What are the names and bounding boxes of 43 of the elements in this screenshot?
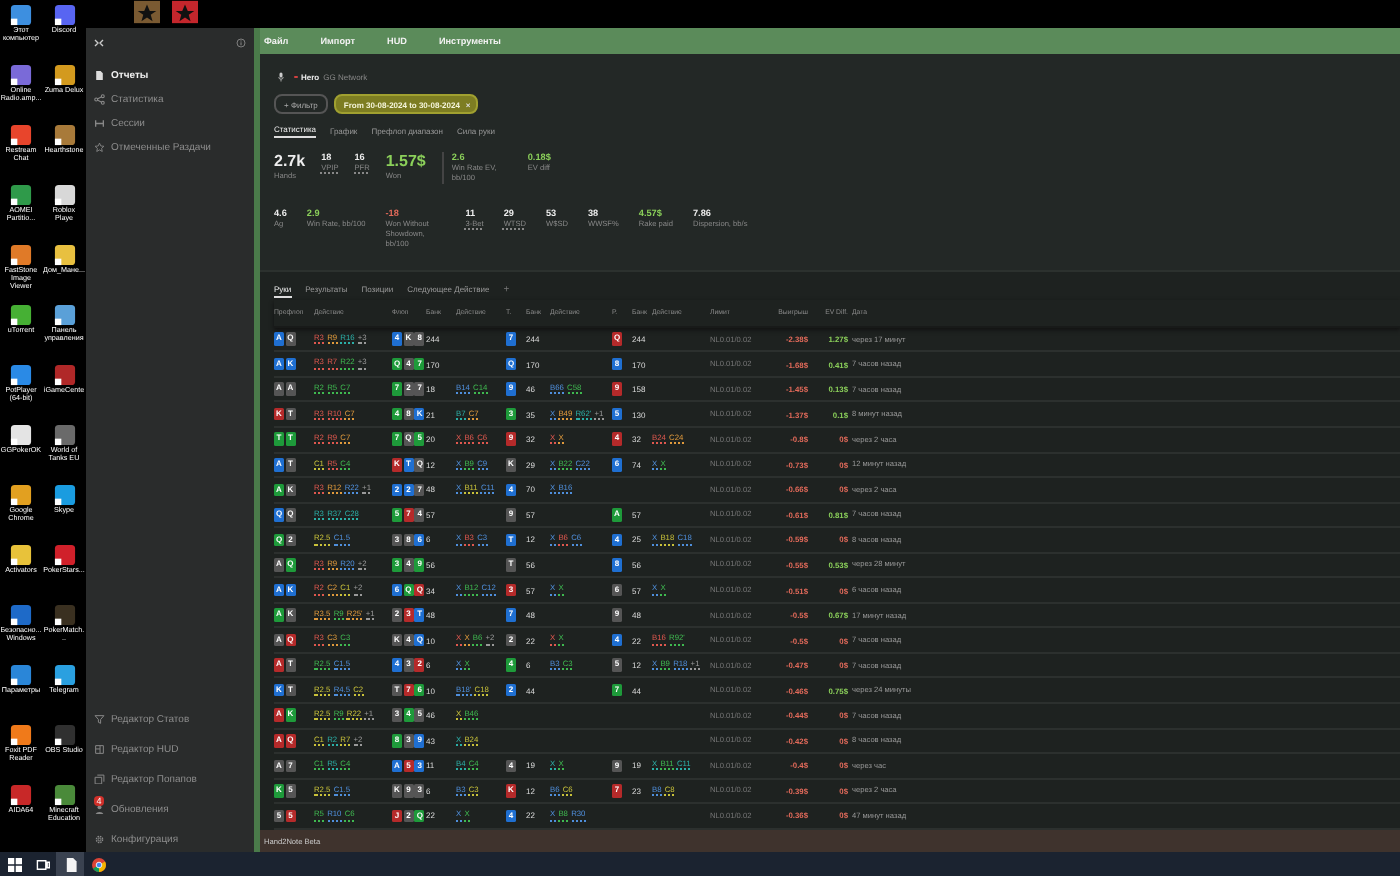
app-icon[interactable] bbox=[10, 784, 32, 806]
app-icon[interactable] bbox=[53, 664, 75, 686]
app-icon[interactable] bbox=[10, 244, 32, 266]
document-icon[interactable] bbox=[56, 852, 84, 876]
app-icon[interactable] bbox=[10, 604, 32, 626]
layout-icon bbox=[94, 743, 105, 755]
person-icon bbox=[94, 803, 105, 815]
app-icon[interactable] bbox=[10, 724, 32, 746]
app-icon[interactable] bbox=[53, 604, 75, 626]
app-icon[interactable] bbox=[10, 4, 32, 26]
share-icon bbox=[94, 94, 105, 106]
app-icon[interactable] bbox=[53, 4, 75, 26]
settings-icon bbox=[94, 833, 105, 845]
stat-value: 1.57$ bbox=[385, 152, 426, 170]
app-icon[interactable] bbox=[10, 424, 32, 446]
app-icon[interactable] bbox=[10, 664, 32, 686]
app-icon[interactable] bbox=[10, 124, 32, 146]
app-icon[interactable] bbox=[53, 424, 75, 446]
app-icon[interactable] bbox=[53, 184, 75, 206]
app-icon[interactable] bbox=[10, 184, 32, 206]
app-icon[interactable] bbox=[10, 484, 32, 506]
app-icon[interactable] bbox=[53, 364, 75, 386]
windows-icon bbox=[94, 773, 105, 785]
app-icon[interactable] bbox=[53, 64, 75, 86]
app-icon[interactable] bbox=[53, 304, 75, 326]
star-icon bbox=[94, 142, 105, 154]
player-icon bbox=[278, 72, 284, 82]
app-icon[interactable] bbox=[53, 484, 75, 506]
app-icon[interactable] bbox=[53, 124, 75, 146]
app-icon[interactable] bbox=[10, 364, 32, 386]
logo-icon bbox=[94, 37, 104, 47]
app-icon[interactable] bbox=[53, 784, 75, 806]
stat-value: 2.7k bbox=[274, 152, 306, 170]
document-icon bbox=[94, 70, 105, 82]
app-icon[interactable] bbox=[53, 544, 75, 566]
bracket-icon bbox=[94, 118, 105, 130]
app-icon[interactable] bbox=[10, 544, 32, 566]
info-icon[interactable] bbox=[236, 37, 246, 47]
filter-icon bbox=[94, 713, 105, 725]
app-icon[interactable] bbox=[53, 244, 75, 266]
app-icon[interactable] bbox=[53, 724, 75, 746]
app-icon[interactable] bbox=[10, 304, 32, 326]
app-icon[interactable] bbox=[10, 64, 32, 86]
